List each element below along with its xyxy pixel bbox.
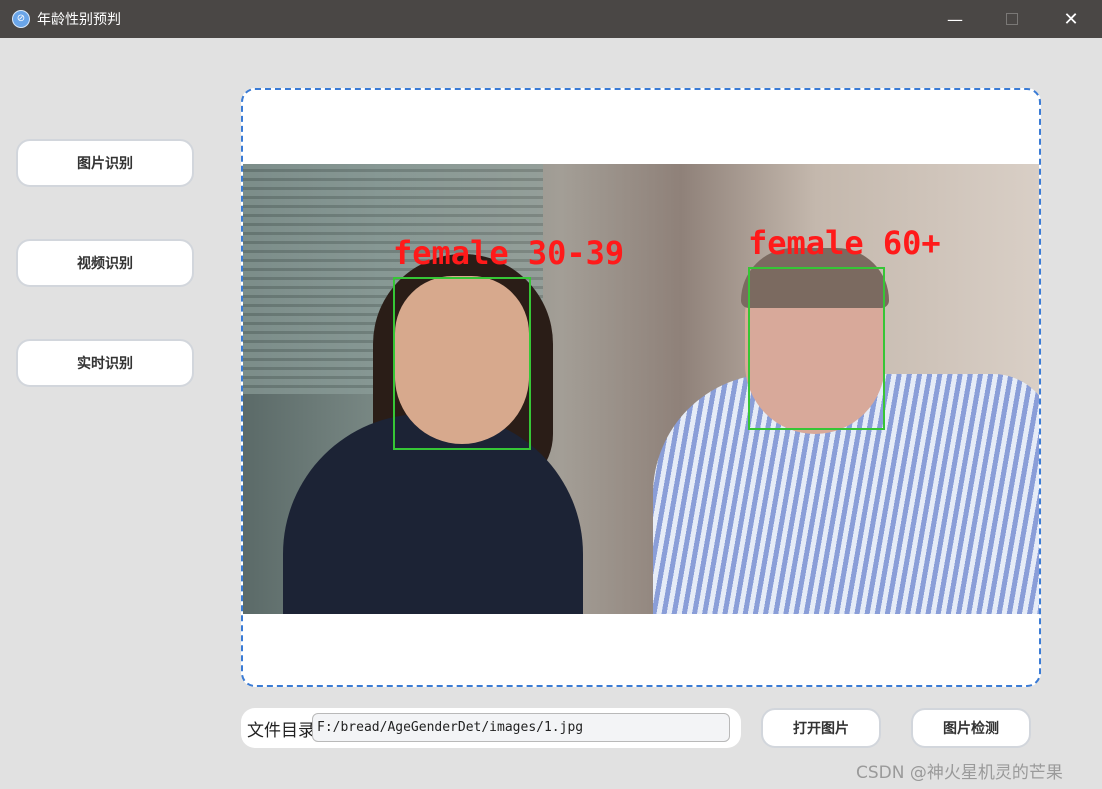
face-bounding-box: [393, 277, 531, 450]
app-icon: ⊘: [12, 10, 30, 28]
face-bounding-box: [748, 267, 885, 430]
maximize-button[interactable]: [989, 0, 1035, 38]
close-button[interactable]: ✕: [1048, 0, 1094, 38]
sidebar-item-label: 视频识别: [77, 256, 133, 272]
image-recognition-button[interactable]: 图片识别: [16, 139, 194, 187]
minimize-button[interactable]: —: [932, 0, 978, 38]
window-title: 年龄性别预判: [37, 12, 121, 28]
realtime-recognition-button[interactable]: 实时识别: [16, 339, 194, 387]
sidebar-item-label: 实时识别: [77, 356, 133, 372]
detect-image-button[interactable]: 图片检测: [911, 708, 1031, 748]
file-path-input[interactable]: [312, 713, 730, 742]
maximize-icon: [1006, 13, 1018, 25]
image-display-area: female 30-39 female 60+: [241, 88, 1041, 687]
detection-result-image: female 30-39 female 60+: [243, 164, 1039, 614]
detection-label: female 60+: [748, 224, 941, 262]
close-icon: ✕: [1063, 8, 1079, 30]
file-path-panel: 文件目录: [241, 708, 741, 748]
video-recognition-button[interactable]: 视频识别: [16, 239, 194, 287]
watermark: CSDN @神火星机灵的芒果: [856, 763, 1063, 783]
title-bar: ⊘ 年龄性别预判 — ✕: [0, 0, 1102, 38]
detect-image-label: 图片检测: [943, 721, 999, 737]
sidebar-item-label: 图片识别: [77, 156, 133, 172]
open-image-label: 打开图片: [793, 721, 849, 737]
minimize-icon: —: [947, 9, 963, 29]
file-path-label: 文件目录: [247, 720, 315, 741]
open-image-button[interactable]: 打开图片: [761, 708, 881, 748]
detection-label: female 30-39: [393, 234, 625, 272]
